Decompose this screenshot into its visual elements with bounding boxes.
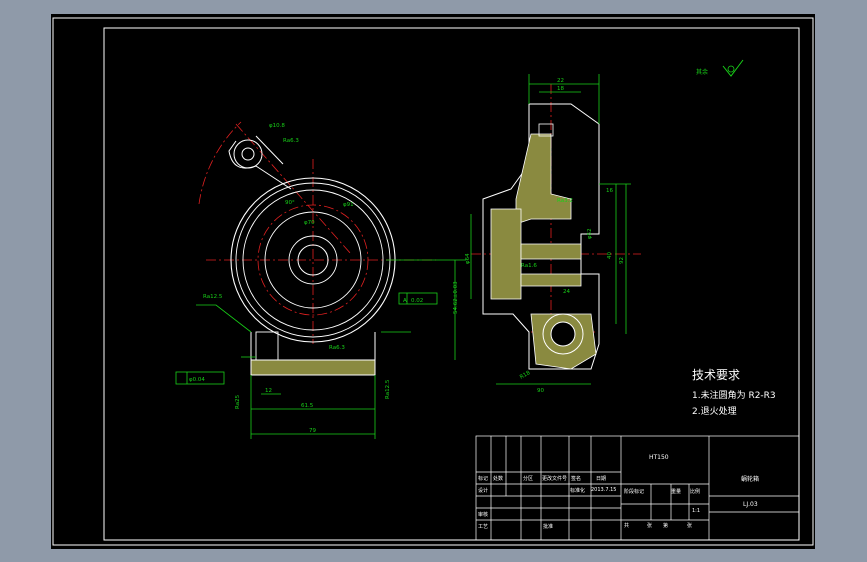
tb-label-date: 日期 — [596, 476, 607, 482]
label-ra63-top: Ra6.3 — [283, 138, 299, 144]
label-dim18: 18 — [557, 86, 564, 92]
label-r18: R18 — [519, 370, 532, 381]
lug-outer — [233, 139, 263, 169]
outer-border — [52, 17, 814, 546]
label-dim90: 90 — [537, 388, 544, 394]
inner-border — [103, 27, 800, 541]
tb-label-stage: 阶段标记 — [624, 489, 645, 495]
label-dim12: 12 — [265, 388, 272, 394]
label-h54: 54.62±0.03 — [453, 281, 459, 314]
hatch-lower — [520, 273, 582, 287]
base-pocket — [255, 331, 279, 361]
tb-part-name: 蜗轮箱 — [741, 476, 760, 483]
side-view: 22 18 90 24 92 16 40 Ra3.2 Ra1.6 R18 φ64… — [465, 74, 641, 394]
label-angle90: 90° — [285, 200, 295, 206]
tb-drawing-no: LJ.03 — [743, 501, 758, 508]
drawing-sheet: φ10.8 Ra6.3 φ70 φ91 90° Ra12.5 A 0.02 54… — [51, 14, 815, 549]
roughness-note-text: 其余 — [696, 68, 708, 76]
roughness-symbol — [722, 59, 744, 77]
flange-circle-2 — [235, 182, 391, 338]
label-d70: φ70 — [304, 220, 315, 226]
tb-label-process: 工艺 — [478, 524, 489, 530]
tb-scale: 1:1 — [692, 508, 701, 514]
label-d52: φ52 — [587, 228, 593, 239]
roughness-note: 其余 — [696, 59, 744, 77]
lug-edge — [255, 135, 284, 165]
front-view: φ10.8 Ra6.3 φ70 φ91 90° Ra12.5 A 0.02 54… — [175, 121, 466, 439]
tb-label-signature: 签名 — [571, 476, 582, 482]
tb-label-approve: 批准 — [543, 524, 554, 530]
label-dim16: 16 — [606, 188, 613, 194]
tb-label-reviewer: 审核 — [478, 512, 489, 518]
lug-hole — [241, 147, 255, 161]
label-dim79: 79 — [309, 428, 316, 434]
label-dim92: 92 — [619, 257, 625, 264]
label-d91: φ91 — [343, 202, 354, 208]
label-ra63-bottom: Ra6.3 — [329, 345, 345, 351]
label-dim22: 22 — [557, 78, 564, 84]
label-ra25: Ra25 — [235, 394, 241, 409]
tb-label-sheet-a: 张 — [647, 523, 653, 529]
label-tol-box: φ0.04 — [189, 377, 205, 383]
hatch-mid — [520, 243, 582, 260]
boss-hole — [550, 321, 576, 347]
label-ra16: Ra1.6 — [521, 263, 537, 269]
roughness-circle — [727, 65, 735, 73]
label-flatness: 0.02 — [411, 298, 423, 304]
cad-drawing: φ10.8 Ra6.3 φ70 φ91 90° Ra12.5 A 0.02 54… — [52, 17, 814, 546]
tb-label-standardize: 标准化 — [570, 488, 586, 494]
label-ra125-bottom: Ra12.5 — [385, 379, 391, 399]
tb-label-total: 共 — [624, 523, 630, 529]
lug-outline — [228, 140, 292, 190]
ear-center-arc — [198, 121, 242, 205]
tech-req-line2: 2.退火处理 — [692, 407, 737, 417]
tech-req-title: 技术要求 — [692, 368, 741, 382]
tb-material: HT150 — [649, 454, 669, 461]
tb-label-change-doc: 更改文件号 — [542, 476, 568, 482]
label-dim61-5: 61.5 — [301, 403, 314, 409]
tb-label-weight: 重量 — [671, 489, 682, 495]
label-d64: φ64 — [465, 253, 471, 264]
tb-label-sheet-b: 张 — [687, 523, 693, 529]
tb-label-zone: 分区 — [523, 476, 534, 482]
tb-label-count: 处数 — [493, 476, 504, 482]
tb-label-mark: 标记 — [478, 476, 489, 482]
base-section — [250, 359, 376, 376]
tb-label-sheet-no: 第 — [663, 523, 669, 529]
tb-date-value: 2013.7.15 — [591, 487, 617, 493]
label-dim40: 40 — [607, 252, 613, 259]
label-datum-a: A — [403, 298, 407, 304]
label-ra32: Ra3.2 — [557, 198, 573, 204]
tb-label-scale: 比例 — [690, 489, 701, 495]
hatch-left — [490, 208, 522, 300]
hatch-top — [515, 133, 572, 225]
label-ra125-left: Ra12.5 — [203, 294, 223, 300]
label-d10-8: φ10.8 — [269, 123, 285, 129]
ra-leader-left — [196, 304, 252, 333]
tb-label-designer: 设计 — [478, 488, 489, 494]
label-dim24: 24 — [563, 289, 570, 295]
tech-req-line1: 1.未注圆角为 R2-R3 — [692, 391, 776, 401]
